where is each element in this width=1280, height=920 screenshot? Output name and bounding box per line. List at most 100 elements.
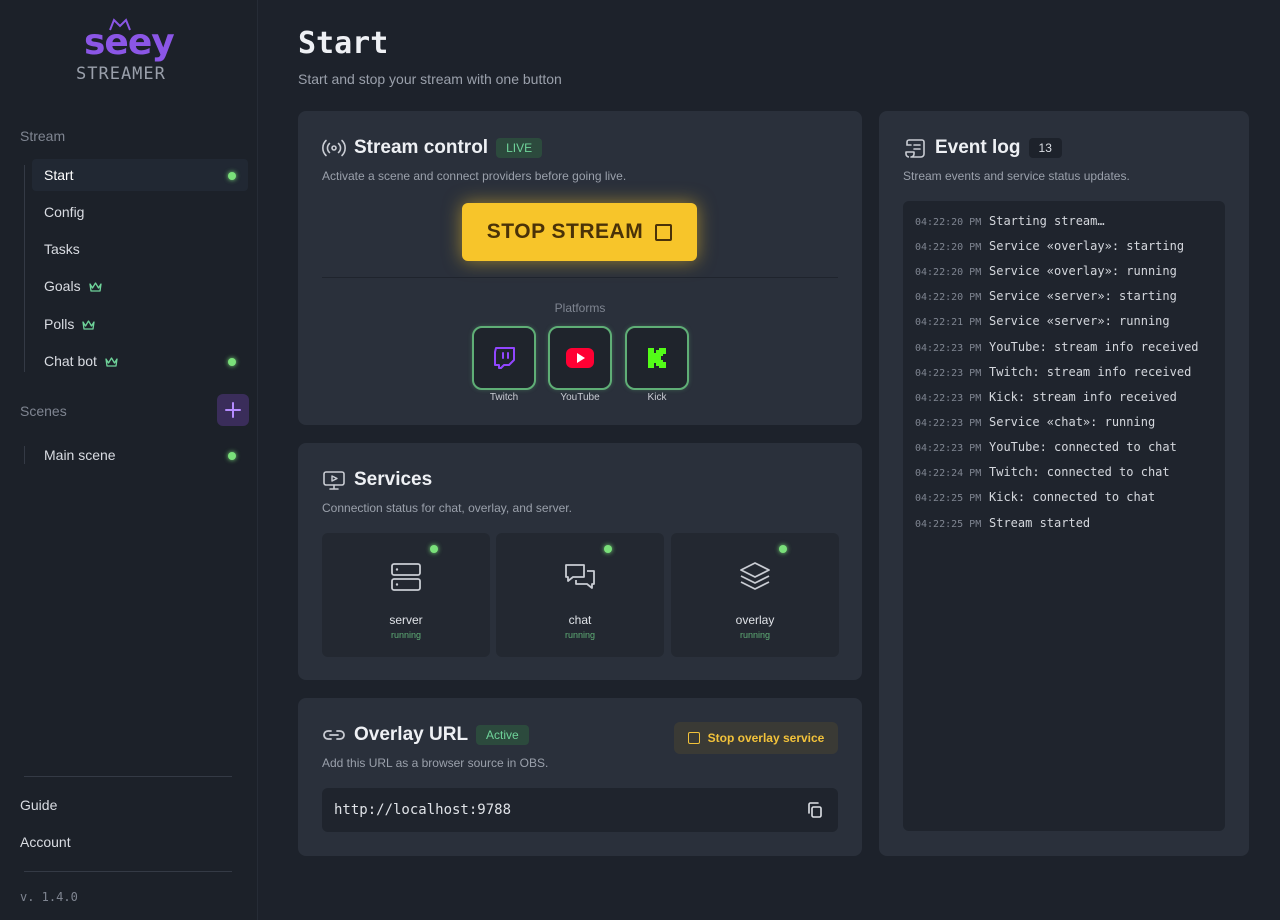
sidebar-item-polls[interactable]: Polls [32,308,248,340]
log-message: Service «overlay»: starting [989,239,1185,253]
overlay-header: Overlay URL Active [322,724,529,746]
log-entry: 04:22:23 PM Service «chat»: running [915,415,1155,429]
log-entry: 04:22:21 PM Service «server»: running [915,314,1170,328]
log-entry: 04:22:20 PM Service «overlay»: running [915,264,1177,278]
guide-link[interactable]: Guide [20,797,57,813]
log-entry: 04:22:20 PM Service «overlay»: starting [915,239,1184,253]
log-message: YouTube: stream info received [989,340,1199,354]
log-message: YouTube: connected to chat [989,440,1177,454]
sidebar-item-chat-bot[interactable]: Chat bot [32,345,248,377]
sidebar-item-goals[interactable]: Goals [32,270,248,302]
log-message: Service «server»: starting [989,289,1177,303]
sidebar-divider [24,776,232,777]
scenes-group-label: Scenes [20,403,67,419]
status-dot [228,172,236,180]
stop-square-icon [687,732,700,744]
log-entry: 04:22:23 PM YouTube: connected to chat [915,440,1177,454]
platform-twitch: Twitch [472,326,536,403]
crown-icon [105,356,118,367]
layers-icon [740,562,770,590]
twitch-icon [494,347,515,369]
add-scene-button[interactable] [217,394,249,426]
status-dot [779,545,787,553]
stop-square-icon [655,223,673,241]
service-name: chat [568,613,592,627]
scroll-icon [905,139,925,158]
twitch-toggle[interactable] [472,326,536,390]
sidebar-item-config[interactable]: Config [32,196,248,228]
event-log-list[interactable]: 04:22:20 PM Starting stream… 04:22:20 PM S… [903,201,1225,831]
log-time: 04:22:24 PM [915,468,982,479]
sidebar-item-label: Main scene [44,447,116,463]
status-dot [228,358,236,366]
sidebar-item-main-scene[interactable]: Main scene [32,439,248,471]
page-title: Start [298,26,389,61]
log-message: Service «server»: running [989,314,1170,328]
platform-kick: Kick [625,326,689,403]
log-time: 04:22:20 PM [915,217,982,228]
stop-overlay-label: Stop overlay service [707,731,825,745]
service-tile-server: server running [322,533,490,657]
overlay-url-field[interactable]: http://localhost:9788 [322,788,838,832]
log-message: Service «chat»: running [989,415,1156,429]
log-time: 04:22:20 PM [915,267,982,278]
log-time: 04:22:23 PM [915,418,982,429]
service-status: running [390,630,422,640]
log-message: Kick: connected to chat [989,490,1156,504]
stream-group-line [24,165,25,372]
server-icon [391,563,421,591]
sidebar-item-label: Tasks [44,241,80,257]
service-name: overlay [735,613,775,627]
platform-youtube: YouTube [548,326,612,403]
kick-icon [648,348,666,368]
logo-wordmark: seey [84,22,175,63]
sidebar: seey STREAMER Stream Start Config Tasks … [0,0,258,920]
log-entry: 04:22:25 PM Kick: connected to chat [915,490,1155,504]
stop-overlay-service-button[interactable]: Stop overlay service [674,722,838,754]
crown-icon [82,319,96,330]
sidebar-divider [24,871,232,872]
log-time: 04:22:23 PM [915,393,982,404]
card-title: Event log [935,137,1021,158]
link-icon [323,730,345,740]
service-status: running [739,630,771,640]
status-dot [228,452,236,460]
card-description: Connection status for chat, overlay, and… [322,501,572,515]
account-link[interactable]: Account [20,834,71,850]
chat-icon [565,564,595,589]
sidebar-item-label: Config [44,204,85,220]
log-entry: 04:22:20 PM Starting stream… [915,214,1105,228]
log-time: 04:22:20 PM [915,242,982,253]
copy-icon[interactable] [806,801,824,819]
monitor-play-icon [323,471,345,490]
youtube-toggle[interactable] [548,326,612,390]
log-time: 04:22:25 PM [915,519,982,530]
log-time: 04:22:23 PM [915,443,982,454]
logo-subtitle: STREAMER [76,64,166,84]
sidebar-item-label: Goals [44,278,81,294]
stop-stream-button[interactable]: STOP STREAM [462,203,697,261]
sidebar-item-label: Chat bot [44,353,97,369]
sidebar-item-label: Start [44,167,74,183]
card-title: Stream control [354,137,489,158]
sidebar-item-start[interactable]: Start [32,159,248,191]
card-title: Overlay URL [354,724,469,745]
log-time: 04:22:20 PM [915,292,982,303]
sidebar-item-label: Polls [44,316,75,332]
log-entry: 04:22:20 PM Service «server»: starting [915,289,1177,303]
kick-toggle[interactable] [625,326,689,390]
event-log-header: Event log 13 [903,137,1062,159]
live-badge: LIVE [496,138,543,158]
service-tile-chat: chat running [496,533,664,657]
log-message: Twitch: connected to chat [989,465,1170,479]
card-title: Services [354,469,433,490]
plus-icon [225,402,241,418]
status-dot [430,545,438,553]
sidebar-item-tasks[interactable]: Tasks [32,233,248,265]
log-time: 04:22:23 PM [915,343,982,354]
status-dot [604,545,612,553]
log-time: 04:22:23 PM [915,368,982,379]
broadcast-icon [322,139,346,157]
stream-group-label: Stream [20,128,66,144]
log-message: Starting stream… [989,214,1105,228]
